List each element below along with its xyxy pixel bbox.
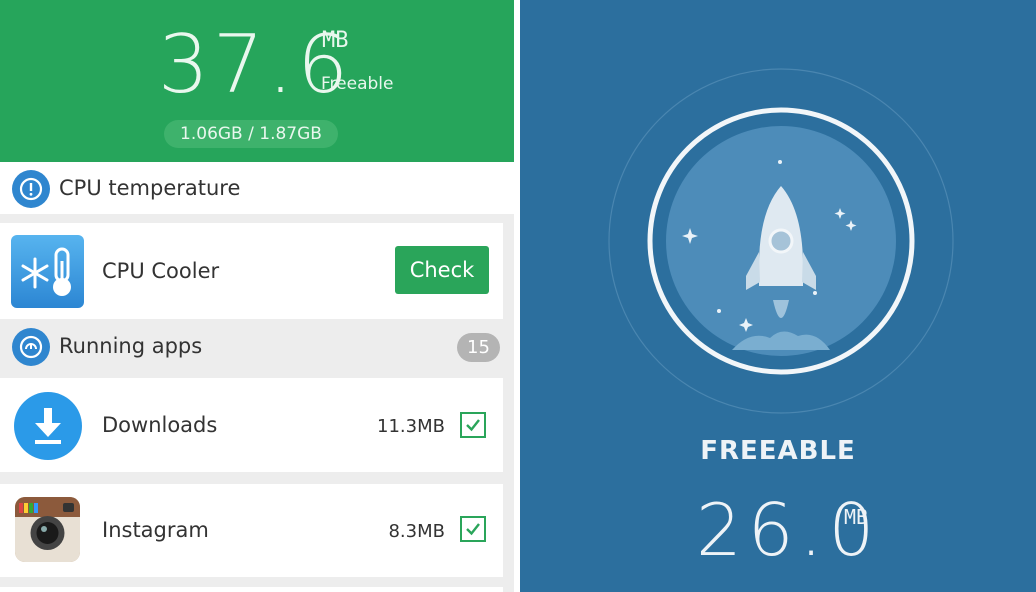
rocket-boost-graphic: [608, 68, 954, 414]
app-row-partial: [0, 587, 503, 592]
alert-icon: [12, 170, 50, 208]
app-name: Instagram: [102, 518, 209, 542]
app-checkbox[interactable]: [460, 516, 486, 542]
app-row-downloads[interactable]: Downloads 11.3MB: [0, 378, 503, 472]
memory-usage: 1.06GB / 1.87GB: [164, 120, 338, 148]
running-apps-title: Running apps: [59, 334, 203, 358]
download-icon: [14, 392, 82, 460]
speedometer-icon: [12, 328, 50, 366]
snowflake-thermometer-icon: [11, 235, 84, 308]
app-name: Downloads: [102, 413, 218, 437]
running-apps-section: Running apps: [0, 322, 514, 370]
boost-freeable-value: 26.0: [696, 488, 881, 572]
app-checkbox[interactable]: [460, 412, 486, 438]
cleaner-panel: 37.6 MB Freeable 1.06GB / 1.87GB CPU tem…: [0, 0, 514, 592]
check-button[interactable]: Check: [395, 246, 489, 294]
cpu-cooler-label: CPU Cooler: [102, 259, 220, 283]
boost-freeable-unit: MB: [844, 505, 869, 529]
freeable-header: 37.6 MB Freeable 1.06GB / 1.87GB: [0, 0, 514, 162]
app-size: 8.3MB: [388, 521, 445, 542]
freeable-unit: MB: [322, 28, 349, 53]
cpu-cooler-card[interactable]: CPU Cooler Check: [0, 223, 503, 319]
boost-panel: FREEABLE 26.0 MB: [520, 0, 1036, 592]
boost-freeable-title: FREEABLE: [700, 436, 856, 466]
freeable-label: Freeable: [321, 74, 394, 94]
running-apps-count: 15: [457, 333, 500, 362]
cpu-temperature-title: CPU temperature: [59, 176, 241, 200]
app-size: 11.3MB: [377, 416, 445, 437]
instagram-camera-icon: [15, 497, 80, 562]
cpu-temperature-section: CPU temperature: [0, 162, 514, 214]
app-row-instagram[interactable]: Instagram 8.3MB: [0, 484, 503, 577]
